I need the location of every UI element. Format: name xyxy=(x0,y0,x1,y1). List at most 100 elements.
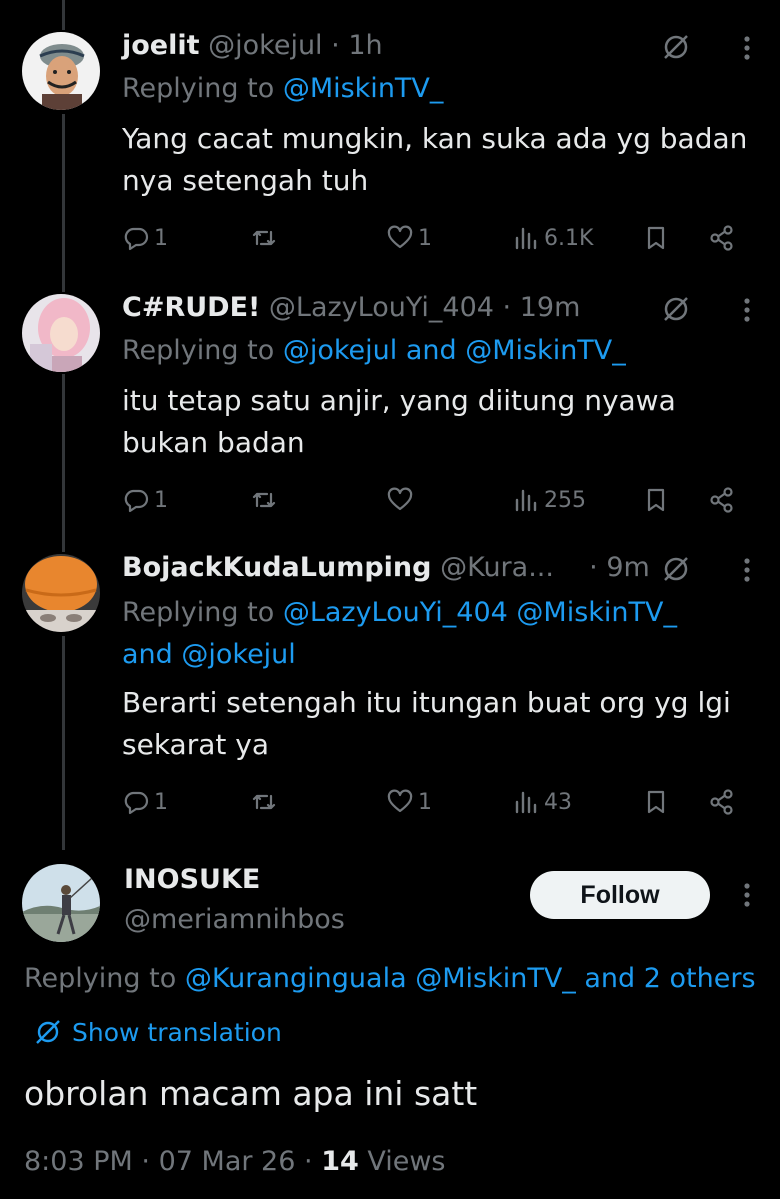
follow-button[interactable]: Follow xyxy=(530,871,710,919)
show-translation-label: Show translation xyxy=(72,1017,282,1047)
mention-link[interactable]: @MiskinTV_ xyxy=(283,73,444,104)
mention-link[interactable]: and @jokejul xyxy=(122,639,296,670)
mention-link[interactable]: @LazyLouYi_404 @MiskinTV_ xyxy=(283,597,677,628)
repost-button[interactable] xyxy=(250,220,282,256)
post-date[interactable]: 07 Mar 26 xyxy=(159,1146,296,1177)
like-button[interactable]: 1 xyxy=(386,784,432,820)
views-button[interactable]: 255 xyxy=(512,482,586,518)
reply-tweet[interactable]: joelit @jokejul · 1h Replying to @Miskin… xyxy=(0,28,780,268)
like-button[interactable]: 1 xyxy=(386,220,432,256)
like-icon xyxy=(387,487,413,511)
replying-to: Replying to @LazyLouYi_404 @MiskinTV_ xyxy=(122,594,677,632)
repost-icon xyxy=(252,230,276,246)
separator-dot: · xyxy=(304,1146,313,1177)
replying-label: Replying to xyxy=(122,597,283,628)
views-count: 6.1K xyxy=(544,225,594,251)
user-handle[interactable]: @Kura... xyxy=(440,552,554,583)
post-meta: 8:03 PM · 07 Mar 26 · 14 Views xyxy=(24,1144,446,1180)
views-label: Views xyxy=(367,1146,446,1177)
views-icon xyxy=(515,791,537,814)
avatar[interactable] xyxy=(22,864,100,942)
more-icon[interactable] xyxy=(742,881,752,909)
views-count: 43 xyxy=(544,789,572,815)
replying-to: Replying to @MiskinTV_ xyxy=(122,70,443,108)
replying-to: Replying to @jokejul and @MiskinTV_ xyxy=(122,332,626,370)
display-name[interactable]: C#RUDE! xyxy=(122,292,260,323)
like-count: 1 xyxy=(418,789,432,815)
like-button[interactable] xyxy=(386,482,418,518)
replying-label: Replying to xyxy=(122,335,283,366)
share-button[interactable] xyxy=(708,482,736,518)
timestamp[interactable]: 9m xyxy=(606,552,649,583)
avatar-image xyxy=(22,294,100,372)
repost-button[interactable] xyxy=(250,482,282,518)
display-name[interactable]: INOSUKE xyxy=(124,862,260,898)
views-icon xyxy=(515,227,537,250)
reply-button[interactable]: 1 xyxy=(122,784,168,820)
user-handle[interactable]: @meriamnihbos xyxy=(124,902,345,938)
like-icon xyxy=(387,225,413,249)
views-button[interactable]: 43 xyxy=(512,784,572,820)
display-name[interactable]: BojackKudaLumping xyxy=(122,552,431,583)
bookmark-button[interactable] xyxy=(642,220,670,256)
action-bar: 1 1 6.1K xyxy=(122,220,762,256)
translate-icon xyxy=(36,1020,60,1044)
bookmark-icon xyxy=(647,226,665,250)
bookmark-button[interactable] xyxy=(642,784,670,820)
action-bar: 1 255 xyxy=(122,482,762,518)
reply-count: 1 xyxy=(154,789,168,815)
reply-icon xyxy=(124,791,149,815)
share-icon xyxy=(710,789,733,815)
replying-label: Replying to xyxy=(24,963,185,994)
separator-dot: · xyxy=(589,552,598,583)
avatar[interactable] xyxy=(22,294,100,372)
separator-dot: · xyxy=(502,292,512,323)
more-icon[interactable] xyxy=(742,556,752,584)
post-time[interactable]: 8:03 PM xyxy=(24,1146,133,1177)
views-count: 14 xyxy=(321,1146,359,1177)
mention-link[interactable]: @Kuranginguala @MiskinTV_ and 2 others xyxy=(185,963,756,994)
grok-icon[interactable] xyxy=(661,294,691,324)
avatar-image xyxy=(22,864,100,942)
views-button[interactable]: 6.1K xyxy=(512,220,593,256)
share-button[interactable] xyxy=(708,220,736,256)
more-icon[interactable] xyxy=(742,296,752,324)
reply-button[interactable]: 1 xyxy=(122,482,168,518)
reply-icon xyxy=(124,227,149,251)
avatar-image xyxy=(22,32,100,110)
user-handle[interactable]: @LazyLouYi_404 xyxy=(269,292,494,323)
bookmark-icon xyxy=(647,488,665,512)
mention-link[interactable]: @jokejul and @MiskinTV_ xyxy=(283,335,626,366)
separator-dot: · xyxy=(141,1146,150,1177)
timestamp[interactable]: 19m xyxy=(520,292,581,323)
bookmark-button[interactable] xyxy=(642,482,670,518)
repost-icon xyxy=(252,794,276,810)
reply-count: 1 xyxy=(154,487,168,513)
reply-button[interactable]: 1 xyxy=(122,220,168,256)
show-translation-link[interactable]: Show translation xyxy=(34,1014,282,1050)
avatar-image xyxy=(22,554,100,632)
replying-to: Replying to @Kuranginguala @MiskinTV_ an… xyxy=(24,960,756,998)
repost-button[interactable] xyxy=(250,784,282,820)
like-icon xyxy=(387,789,413,813)
avatar[interactable] xyxy=(22,32,100,110)
separator-dot: · xyxy=(331,30,340,61)
views-count: 255 xyxy=(544,487,586,513)
avatar[interactable] xyxy=(22,554,100,632)
display-name[interactable]: joelit xyxy=(122,30,200,61)
like-count: 1 xyxy=(418,225,432,251)
share-icon xyxy=(710,225,733,251)
share-button[interactable] xyxy=(708,784,736,820)
reply-tweet[interactable]: BojackKudaLumping @Kura... · 9m Replying… xyxy=(0,550,780,830)
reply-count: 1 xyxy=(154,225,168,251)
tweet-text: itu tetap satu anjir, yang diitung nyawa… xyxy=(122,384,676,459)
grok-icon[interactable] xyxy=(661,32,691,62)
share-icon xyxy=(710,487,733,513)
reply-icon xyxy=(124,489,149,513)
user-handle[interactable]: @jokejul xyxy=(208,30,322,61)
views-icon xyxy=(515,489,537,512)
grok-icon[interactable] xyxy=(661,554,691,584)
more-icon[interactable] xyxy=(742,34,752,62)
reply-tweet[interactable]: C#RUDE! @LazyLouYi_404 · 19m Replying to… xyxy=(0,290,780,530)
timestamp[interactable]: 1h xyxy=(348,30,382,61)
